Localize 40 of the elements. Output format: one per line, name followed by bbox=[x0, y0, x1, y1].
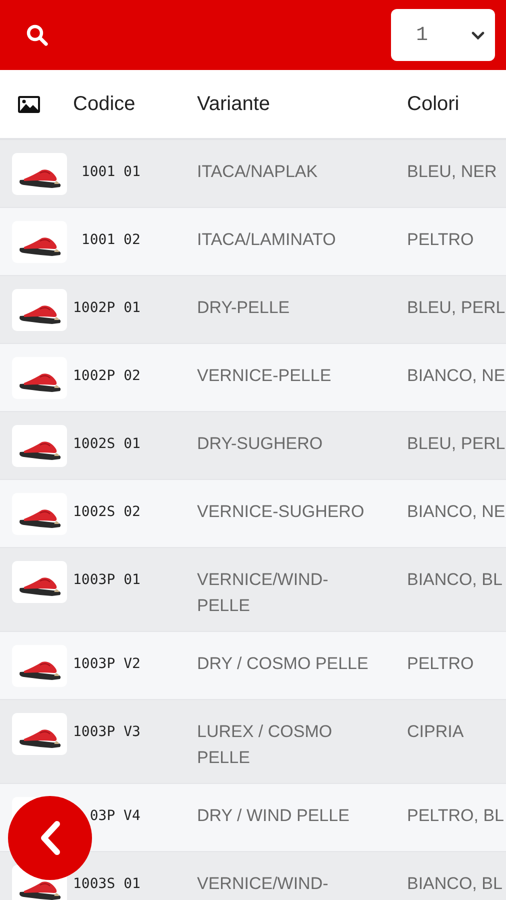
variant-text: LUREX / COSMO PELLE bbox=[197, 721, 334, 769]
colors-text: BIANCO, BL bbox=[407, 873, 502, 895]
column-header[interactable]: Variante bbox=[197, 92, 270, 116]
code-text: 1001 01 bbox=[80, 163, 140, 182]
variant-text: VERNICE-PELLE bbox=[197, 365, 332, 387]
code-text: 1003S 01 bbox=[73, 875, 140, 894]
colors-text: CIPRIA bbox=[407, 721, 464, 743]
colors-text: PELTRO bbox=[407, 229, 474, 251]
image-icon bbox=[18, 96, 40, 112]
code-text: 1002P 02 bbox=[73, 367, 140, 386]
variant-text: DRY / COSMO PELLE bbox=[197, 653, 368, 675]
variant-text: VERNICE-SUGHERO bbox=[197, 501, 364, 523]
variant-text: VERNICE/WIND-PELLE bbox=[197, 569, 330, 617]
variant-text: DRY / WIND PELLE bbox=[197, 805, 350, 827]
code-text: 1003P V2 bbox=[73, 655, 140, 674]
code-text: 1002S 02 bbox=[73, 503, 140, 522]
search-icon[interactable] bbox=[25, 23, 49, 47]
column-header[interactable]: Colori bbox=[407, 92, 460, 116]
colors-text: BIANCO, BL bbox=[407, 569, 502, 591]
variant-text: VERNICE/WIND- bbox=[197, 873, 328, 895]
variant-text: DRY-PELLE bbox=[197, 297, 290, 319]
colors-text: BLEU, NER bbox=[407, 161, 497, 183]
colors-text: BIANCO, NE bbox=[407, 365, 506, 387]
variant-text: ITACA/NAPLAK bbox=[197, 161, 318, 183]
variant-text: ITACA/LAMINATO bbox=[197, 229, 336, 251]
colors-text: BLEU, PERL bbox=[407, 297, 506, 319]
code-text: 1001 02 bbox=[80, 231, 140, 250]
colors-text: PELTRO, BL bbox=[407, 805, 504, 827]
colors-text: BLEU, PERL bbox=[407, 433, 506, 455]
column-header[interactable]: Codice bbox=[73, 92, 136, 116]
chevron-down-icon bbox=[471, 30, 485, 40]
code-text: 1002S 01 bbox=[73, 435, 140, 454]
code-text: 03P V4 bbox=[88, 807, 140, 826]
variant-text: DRY-SUGHERO bbox=[197, 433, 323, 455]
colors-text: PELTRO bbox=[407, 653, 474, 675]
code-text: 1003P 01 bbox=[73, 571, 140, 590]
code-text: 1002P 01 bbox=[73, 299, 140, 318]
colors-text: BIANCO, NE bbox=[407, 501, 506, 523]
page-select[interactable]: 1 bbox=[391, 9, 495, 61]
code-text: 1003P V3 bbox=[73, 723, 140, 742]
